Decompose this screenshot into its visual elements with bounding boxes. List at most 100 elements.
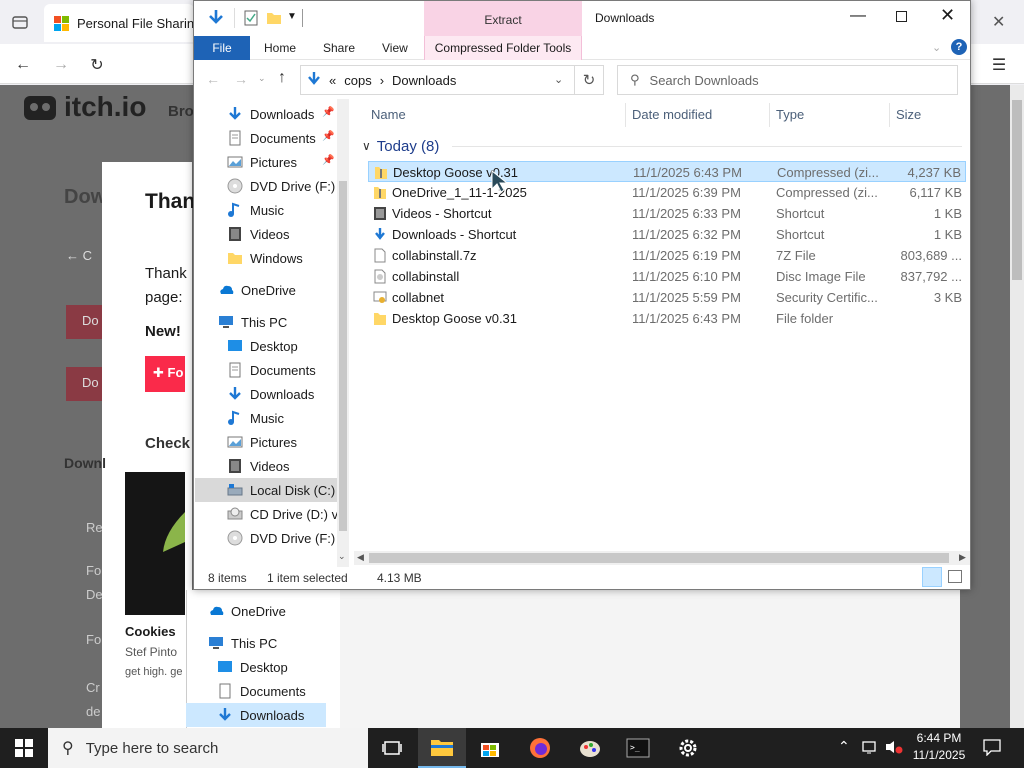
horizontal-scroll-thumb[interactable]	[369, 553, 949, 563]
back-nav-this-pc[interactable]: This PC	[208, 631, 277, 655]
task-view-icon[interactable]	[368, 728, 416, 768]
file-row[interactable]: Desktop Goose v0.31 11/1/2025 6:43 PM Co…	[368, 161, 966, 182]
breadcrumb-downloads[interactable]: Downloads	[392, 73, 456, 88]
nav-item-downloads-pinned[interactable]: Downloads	[227, 102, 314, 126]
column-header-name[interactable]: Name	[371, 107, 406, 122]
cookies-title[interactable]: Cookies	[125, 624, 176, 639]
music-icon	[227, 202, 243, 218]
reload-icon[interactable]: ↻	[86, 54, 108, 76]
column-header-date[interactable]: Date modified	[632, 107, 712, 122]
microsoft-store-icon[interactable]	[466, 728, 514, 768]
file-row[interactable]: Desktop Goose v0.31 11/1/2025 6:43 PM Fi…	[368, 308, 966, 329]
download-button-1[interactable]: Do	[66, 305, 102, 339]
system-clock[interactable]: 6:44 PM 11/1/2025	[904, 730, 974, 766]
nav-item-documents-pinned[interactable]: Documents	[227, 126, 316, 150]
nav-item-windows[interactable]: Windows	[227, 246, 303, 270]
scroll-left-chevron-icon[interactable]: ◀	[357, 552, 364, 563]
file-row[interactable]: collabnet 11/1/2025 5:59 PM Security Cer…	[368, 287, 966, 308]
column-header-size[interactable]: Size	[896, 107, 921, 122]
address-overflow[interactable]: «	[329, 73, 336, 88]
firefox-icon[interactable]	[516, 728, 564, 768]
paint-icon[interactable]	[566, 728, 614, 768]
browser-tab[interactable]: Personal File Sharing &	[44, 4, 194, 42]
view-tab[interactable]: View	[382, 41, 408, 55]
browse-link[interactable]: Bro	[168, 103, 194, 120]
compressed-folder-tools-tab[interactable]: Compressed Folder Tools	[424, 36, 582, 60]
nav-item-onedrive[interactable]: OneDrive	[218, 278, 296, 302]
maximize-icon[interactable]	[896, 11, 907, 22]
help-icon[interactable]: ?	[951, 39, 967, 55]
settings-gear-icon[interactable]	[664, 728, 712, 768]
search-input[interactable]: ⚲ Search Downloads	[617, 65, 958, 95]
extract-context-tab[interactable]: Extract	[424, 1, 582, 36]
breadcrumb-cops[interactable]: cops	[344, 73, 371, 88]
back-nav-icon[interactable]: ←	[206, 71, 220, 87]
nav-item-pictures-pinned[interactable]: Pictures	[227, 150, 297, 174]
file-row[interactable]: collabinstall 11/1/2025 6:10 PM Disc Ima…	[368, 266, 966, 287]
back-link[interactable]: ← C	[66, 248, 92, 263]
music-icon	[227, 410, 243, 426]
nav-item-videos[interactable]: Videos	[227, 222, 290, 246]
file-tab[interactable]: File	[194, 36, 250, 60]
forward-nav-icon[interactable]: →	[234, 71, 248, 87]
breadcrumb-separator[interactable]: ›	[380, 73, 384, 88]
nav-pane-scroll-thumb[interactable]	[339, 181, 347, 531]
details-view-icon[interactable]	[922, 567, 942, 587]
close-tab-button[interactable]: ✕	[992, 12, 1005, 32]
nav-item-dvd-drive-f[interactable]: DVD Drive (F:)	[227, 174, 335, 198]
customize-toolbar-chevron-icon[interactable]: ▼	[287, 11, 297, 22]
back-nav-downloads[interactable]: Downloads	[186, 703, 326, 727]
tab-list-icon[interactable]	[10, 12, 30, 32]
minimize-icon[interactable]: —	[850, 7, 866, 25]
refresh-icon[interactable]: ↻	[574, 65, 604, 95]
file-row[interactable]: Videos - Shortcut 11/1/2025 6:33 PM Shor…	[368, 203, 966, 224]
back-nav-desktop[interactable]: Desktop	[217, 655, 288, 679]
taskbar-search-input[interactable]: ⚲ Type here to search	[48, 728, 368, 768]
column-header-type[interactable]: Type	[776, 107, 804, 122]
terminal-icon[interactable]: >_	[614, 728, 662, 768]
nav-item-pictures[interactable]: Pictures	[227, 430, 297, 454]
forward-arrow-icon[interactable]: →	[50, 54, 72, 76]
author-name[interactable]: Stef Pinto	[125, 645, 177, 659]
nav-item-videos-pc[interactable]: Videos	[227, 454, 290, 478]
up-folder-icon[interactable]: ↑	[278, 69, 286, 87]
address-dropdown-chevron-icon[interactable]: ⌄	[554, 73, 563, 86]
notifications-icon[interactable]	[982, 738, 1002, 759]
scroll-right-chevron-icon[interactable]: ▶	[959, 552, 966, 563]
back-arrow-icon[interactable]: ←	[12, 54, 34, 76]
home-tab[interactable]: Home	[264, 41, 296, 55]
download-button-2[interactable]: Do	[66, 367, 102, 401]
game-thumbnail[interactable]	[125, 472, 185, 615]
share-tab[interactable]: Share	[323, 41, 355, 55]
nav-item-dvd-drive-f-pc[interactable]: DVD Drive (F:)	[227, 526, 335, 550]
volume-muted-icon[interactable]	[884, 739, 904, 758]
nav-item-documents[interactable]: Documents	[227, 358, 316, 382]
properties-icon[interactable]	[244, 10, 258, 29]
file-row[interactable]: collabinstall.7z 11/1/2025 6:19 PM 7Z Fi…	[368, 245, 966, 266]
file-explorer-taskbar-icon[interactable]	[418, 728, 466, 768]
back-nav-onedrive[interactable]: OneDrive	[208, 599, 286, 623]
close-icon[interactable]: ✕	[940, 5, 955, 26]
nav-item-cd-drive-d[interactable]: CD Drive (D:) vi	[227, 502, 341, 526]
scroll-down-chevron-icon[interactable]: ⌄	[338, 551, 346, 562]
file-row[interactable]: Downloads - Shortcut 11/1/2025 6:32 PM S…	[368, 224, 966, 245]
nav-item-downloads[interactable]: Downloads	[227, 382, 314, 406]
nav-item-music-pc[interactable]: Music	[227, 406, 284, 430]
file-row[interactable]: OneDrive_1_11-1-2025 11/1/2025 6:39 PM C…	[368, 182, 966, 203]
network-icon[interactable]	[862, 739, 880, 758]
new-folder-icon[interactable]	[266, 10, 282, 29]
back-nav-documents[interactable]: Documents	[217, 679, 306, 703]
menu-icon[interactable]: ☰	[988, 54, 1010, 76]
follow-button[interactable]: ✚ Fo	[145, 356, 185, 392]
windows-start-icon[interactable]	[0, 728, 48, 768]
quick-access-download-icon[interactable]	[208, 9, 224, 30]
expand-ribbon-chevron-icon[interactable]: ⌄	[932, 41, 941, 54]
nav-item-this-pc[interactable]: This PC	[218, 310, 287, 334]
nav-item-music[interactable]: Music	[227, 198, 284, 222]
nav-item-desktop[interactable]: Desktop	[227, 334, 298, 358]
page-scroll-thumb[interactable]	[1012, 100, 1022, 280]
show-hidden-icons-chevron-icon[interactable]: ⌃	[838, 738, 850, 755]
large-icons-view-icon[interactable]	[948, 570, 962, 583]
nav-item-local-disk-c[interactable]: Local Disk (C:)	[195, 478, 337, 502]
recent-locations-icon[interactable]: ⌄	[258, 73, 266, 84]
